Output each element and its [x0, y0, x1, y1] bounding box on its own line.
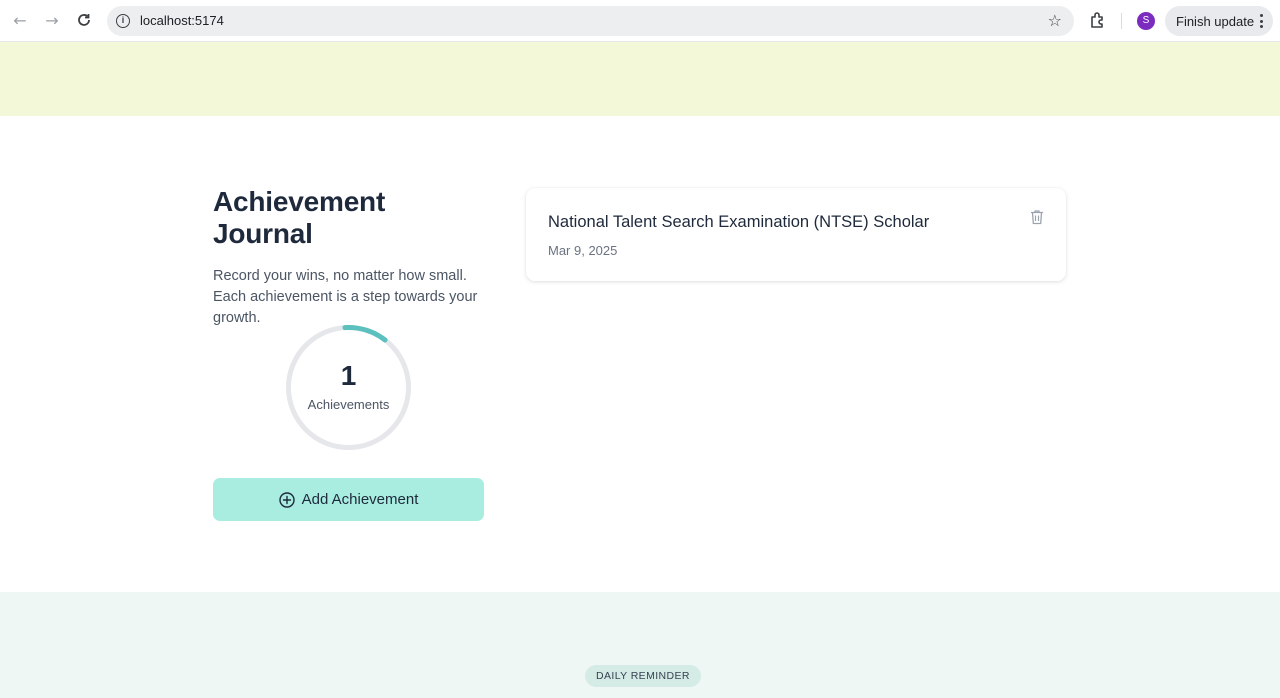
address-bar[interactable]: i localhost:5174 ☆: [107, 6, 1074, 36]
finish-update-button[interactable]: Finish update: [1165, 6, 1273, 36]
add-achievement-button[interactable]: Add Achievement: [213, 478, 484, 521]
more-menu-icon[interactable]: [1259, 14, 1263, 28]
plus-circle-icon: [278, 491, 295, 508]
page-description: Record your wins, no matter how small. E…: [213, 268, 478, 326]
finish-update-label: Finish update: [1176, 13, 1255, 29]
profile-avatar[interactable]: S: [1137, 12, 1155, 30]
trash-icon[interactable]: [1030, 209, 1044, 225]
achievement-title: National Talent Search Examination (NTSE…: [548, 213, 930, 231]
daily-reminder-badge: DAILY REMINDER: [585, 665, 701, 687]
bookmark-star-icon[interactable]: ☆: [1048, 11, 1062, 30]
url-text[interactable]: localhost:5174: [140, 13, 224, 28]
toolbar-divider: [1121, 13, 1122, 29]
browser-toolbar: ← → i localhost:5174 ☆ S Finish update: [0, 0, 1280, 42]
journal-intro: Achievement Journal Record your wins, no…: [213, 186, 485, 329]
achievement-card: National Talent Search Examination (NTSE…: [526, 188, 1066, 281]
achievement-count: 1: [340, 360, 357, 391]
extensions-icon[interactable]: [1088, 10, 1108, 30]
page-title: Achievement Journal: [213, 186, 386, 249]
header-band: [0, 42, 1280, 116]
back-icon[interactable]: ←: [8, 8, 32, 32]
info-icon[interactable]: i: [116, 14, 130, 28]
reload-icon[interactable]: [72, 8, 96, 32]
achievement-date: Mar 9, 2025: [548, 243, 618, 258]
forward-icon[interactable]: →: [40, 8, 64, 32]
add-achievement-label: Add Achievement: [301, 491, 419, 508]
achievement-count-label: Achievements: [307, 397, 390, 412]
